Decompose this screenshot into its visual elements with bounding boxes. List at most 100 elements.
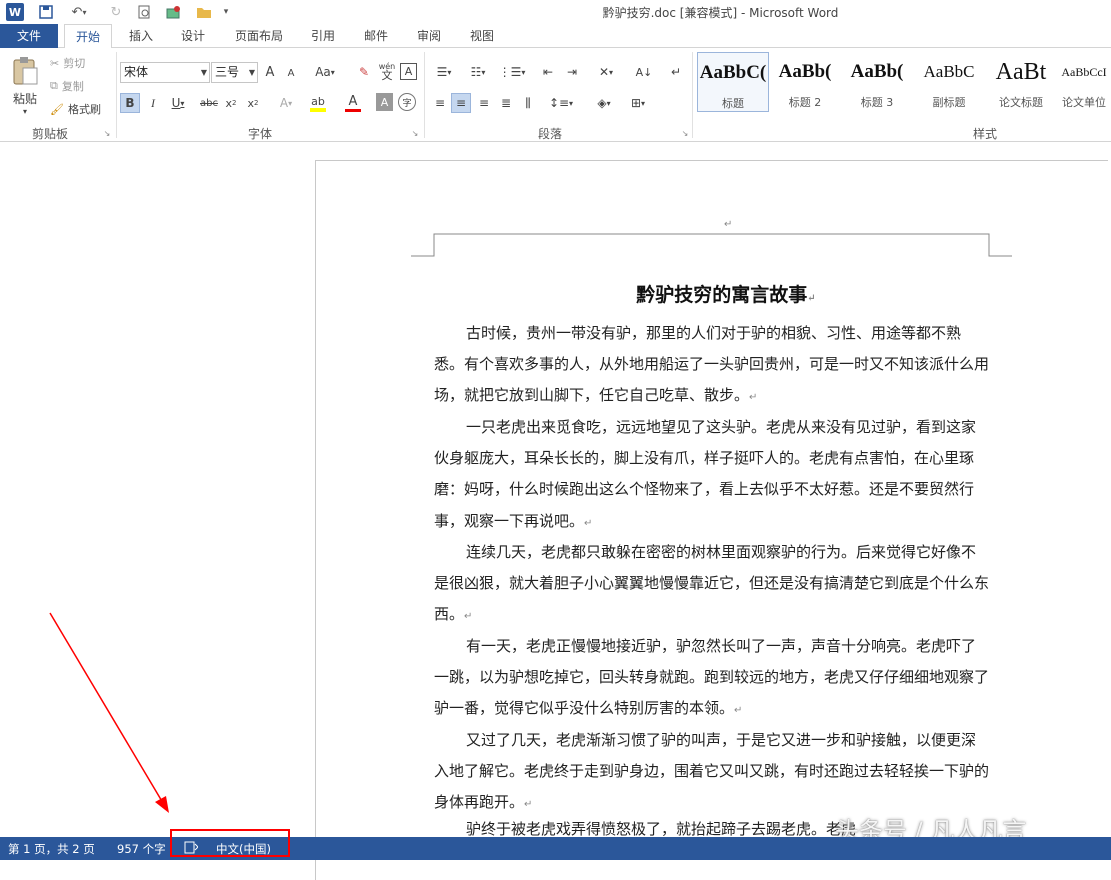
ribbon-tabs: 文件 开始 插入 设计 页面布局 引用 邮件 审阅 视图	[0, 24, 1111, 49]
font-launcher-icon[interactable]: ↘	[410, 128, 420, 138]
text-effects-icon[interactable]: A ▾	[274, 93, 298, 113]
scissors-icon: ✂	[50, 56, 60, 70]
document-paragraph[interactable]: 又过了几天，老虎渐渐习惯了驴的叫声，于是它又进一步和驴接触，以便更深入地了解它。…	[434, 725, 990, 821]
style-name: 论文标题	[999, 96, 1043, 109]
red-highlight-box	[170, 829, 290, 857]
chevron-down-icon: ▼	[200, 68, 207, 77]
phonetic-guide-button[interactable]: wén 文	[378, 60, 396, 82]
copy-button[interactable]: ⧉ 复制	[50, 78, 110, 94]
style-subtitle[interactable]: AaBbC 副标题	[913, 52, 985, 112]
document-page[interactable]: ↵ 黔驴技穷的寓言故事↵ 古时候，贵州一带没有驴，那里的人们对于驴的相貌、习性、…	[315, 160, 1108, 880]
distributed-icon[interactable]: ⫼	[518, 93, 538, 113]
align-left-icon[interactable]: ≡	[430, 93, 450, 113]
font-group-label: 字体	[247, 127, 272, 141]
style-paper-unit[interactable]: AaBbCcI 论文单位	[1057, 52, 1111, 112]
tab-design[interactable]: 设计	[172, 24, 214, 48]
page-count[interactable]: 第 1 页，共 2 页	[8, 841, 95, 857]
paragraph-mark: ↵	[584, 517, 593, 529]
word-count[interactable]: 957 个字	[117, 841, 166, 857]
style-name: 标题	[722, 97, 744, 110]
brush-icon: 🖌	[50, 102, 64, 116]
header-boundary	[411, 233, 1012, 257]
paragraph-mark: ↵	[464, 611, 473, 623]
bullets-icon[interactable]: ☰ ▾	[430, 62, 458, 82]
change-case-button[interactable]: Aa ▾	[312, 63, 338, 81]
format-painter-label: 格式刷	[67, 103, 101, 116]
multilevel-list-icon[interactable]: ⋮☰ ▾	[498, 62, 526, 82]
sort-icon[interactable]: A↓	[634, 62, 654, 82]
paragraph-text: 一只老虎出来觅食吃，远远地望见了这头驴。老虎从来没有见过驴，看到这家伙身躯庞大，…	[434, 418, 977, 530]
highlight-color-icon[interactable]: ab	[306, 93, 330, 113]
document-title-text: 黔驴技穷的寓言故事	[636, 285, 808, 306]
shrink-font-button[interactable]: A	[284, 65, 298, 81]
underline-button[interactable]: U ▾	[166, 93, 190, 113]
style-preview: AaBb(	[778, 61, 832, 82]
copy-icon: ⧉	[50, 79, 58, 92]
chinese-layout-icon[interactable]: ✕ ▾	[592, 62, 620, 82]
group-separator	[424, 52, 425, 138]
font-name-combo[interactable]: 宋体 ▼	[120, 62, 210, 83]
document-paragraph[interactable]: 古时候，贵州一带没有驴，那里的人们对于驴的相貌、习性、用途等都不熟悉。有个喜欢多…	[434, 318, 990, 414]
styles-group-label: 样式	[972, 127, 997, 141]
numbering-icon[interactable]: ☷ ▾	[464, 62, 492, 82]
style-title[interactable]: AaBbC( 标题	[697, 52, 769, 112]
decrease-indent-icon[interactable]: ⇤	[538, 62, 558, 82]
borders-icon[interactable]: ⊞ ▾	[622, 93, 654, 113]
italic-button[interactable]: I	[144, 93, 162, 113]
shading-icon[interactable]: ◈ ▾	[590, 93, 618, 113]
align-right-icon[interactable]: ≡	[474, 93, 494, 113]
cut-button[interactable]: ✂ 剪切	[50, 55, 110, 71]
font-color-icon[interactable]: A	[340, 93, 366, 113]
enclose-characters-icon[interactable]: 字	[398, 93, 416, 111]
tab-file[interactable]: 文件	[0, 24, 58, 48]
document-paragraph[interactable]: 一只老虎出来觅食吃，远远地望见了这头驴。老虎从来没有见过驴，看到这家伙身躯庞大，…	[434, 412, 990, 539]
increase-indent-icon[interactable]: ⇥	[562, 62, 582, 82]
paste-dropdown-icon[interactable]: ▾	[20, 106, 30, 116]
paragraph-text: 驴终于被老虎戏弄得愤怒极了，就抬起蹄子去踢老虎。老虎	[466, 820, 857, 838]
line-spacing-icon[interactable]: ↕≡ ▾	[546, 93, 576, 113]
style-name: 论文单位	[1062, 96, 1106, 109]
tab-mailings[interactable]: 邮件	[355, 24, 397, 48]
paragraph-mark: ↵	[807, 293, 816, 304]
strikethrough-button[interactable]: abc	[198, 93, 220, 113]
document-paragraph[interactable]: 连续几天，老虎都只敢躲在密密的树林里面观察驴的行为。后来觉得它好像不是很凶狠，就…	[434, 537, 990, 633]
document-title[interactable]: 黔驴技穷的寓言故事↵	[436, 280, 1016, 307]
style-heading-2[interactable]: AaBb( 标题 2	[769, 52, 841, 112]
change-case-label: Aa	[315, 65, 331, 79]
paragraph-group-label: 段落	[537, 127, 562, 141]
tab-references[interactable]: 引用	[302, 24, 344, 48]
subscript-button[interactable]: x2	[222, 93, 240, 113]
style-name: 副标题	[932, 96, 966, 109]
bold-button[interactable]: B	[120, 93, 140, 113]
paragraph-text: 又过了几天，老虎渐渐习惯了驴的叫声，于是它又进一步和驴接触，以便更深入地了解它。…	[434, 731, 990, 812]
style-preview: AaBbC(	[699, 62, 767, 83]
superscript-button[interactable]: x2	[244, 93, 262, 113]
document-paragraph[interactable]: 有一天，老虎正慢慢地接近驴，驴忽然长叫了一声，声音十分响亮。老虎吓了一跳，以为驴…	[434, 631, 990, 727]
clipboard-launcher-icon[interactable]: ↘	[102, 128, 112, 138]
paragraph-launcher-icon[interactable]: ↘	[680, 128, 690, 138]
tab-insert[interactable]: 插入	[120, 24, 162, 48]
font-size-combo[interactable]: 三号 ▼	[211, 62, 258, 83]
tab-review[interactable]: 审阅	[408, 24, 450, 48]
style-preview: AaBbCcI	[1061, 65, 1107, 79]
paste-button[interactable]: 粘贴	[6, 90, 44, 106]
grow-font-button[interactable]: A	[262, 63, 278, 81]
status-bar: 第 1 页，共 2 页 957 个字 中文(中国)	[0, 829, 1111, 860]
tab-page-layout[interactable]: 页面布局	[226, 24, 292, 48]
character-border-icon[interactable]: A	[400, 63, 417, 80]
character-shading-icon[interactable]: A	[376, 93, 393, 111]
style-paper-title[interactable]: AaBt 论文标题	[985, 52, 1057, 112]
justify-icon[interactable]: ≣	[496, 93, 516, 113]
show-marks-icon[interactable]: ↵	[666, 62, 686, 82]
clear-formatting-icon[interactable]: ✎	[355, 63, 373, 81]
style-name: 标题 2	[788, 96, 822, 109]
tab-view[interactable]: 视图	[461, 24, 503, 48]
red-arrow-annotation	[49, 612, 169, 813]
format-painter-button[interactable]: 🖌 格式刷	[50, 101, 110, 117]
clipboard-group-label: 剪贴板	[31, 127, 68, 141]
paste-icon[interactable]	[8, 54, 42, 88]
style-preview: AaBbC	[923, 62, 975, 81]
align-center-icon[interactable]: ≡	[451, 93, 471, 113]
style-heading-3[interactable]: AaBb(标题 3	[841, 52, 913, 112]
tab-home[interactable]: 开始	[64, 24, 112, 49]
